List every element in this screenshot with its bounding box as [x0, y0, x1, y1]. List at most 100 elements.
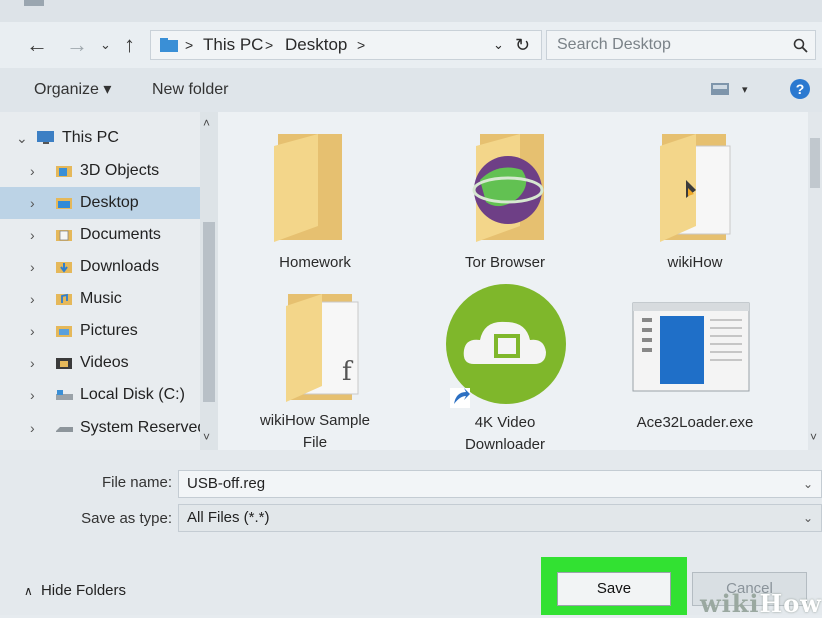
search-icon[interactable]: [793, 38, 809, 54]
pc-icon: [37, 131, 54, 144]
file-name: wikiHow: [667, 254, 723, 271]
chevron-up-icon: ∧: [24, 584, 33, 598]
chevron-right-icon[interactable]: ›: [30, 412, 35, 444]
file-item-wikihow[interactable]: wikiHow: [630, 126, 760, 276]
chevron-down-icon[interactable]: ⌄: [16, 122, 28, 154]
pictures-icon: [56, 326, 72, 337]
tree-item-label: Pictures: [80, 322, 138, 339]
drive-icon: [56, 427, 73, 432]
file-name-value: USB-off.reg: [187, 475, 266, 492]
file-name: Homework: [279, 254, 351, 271]
scrollbar-thumb[interactable]: [810, 138, 820, 188]
tree-item-desktop[interactable]: › Desktop: [0, 187, 200, 219]
folder-icon: f: [286, 294, 359, 402]
tree-item-label: Music: [80, 290, 122, 307]
tree-item-documents[interactable]: › Documents: [0, 219, 200, 251]
tree-item-pictures[interactable]: › Pictures: [0, 315, 200, 347]
breadcrumb-separator: >: [265, 37, 274, 53]
scrollbar-thumb[interactable]: [203, 222, 215, 402]
navigation-pane: ⌄ This PC › 3D Objects › Desktop › Docum…: [0, 112, 218, 450]
help-icon[interactable]: ?: [790, 79, 810, 99]
folder-icon: [274, 134, 342, 242]
music-icon: [56, 293, 72, 305]
folder-icon: [472, 134, 544, 242]
breadcrumb-separator: >: [185, 37, 194, 53]
tree-item-videos[interactable]: › Videos: [0, 347, 200, 379]
search-input[interactable]: Search Desktop: [557, 31, 671, 59]
new-folder-button[interactable]: New folder: [152, 68, 228, 112]
breadcrumb-desktop[interactable]: Desktop: [285, 31, 347, 59]
save-as-type-select[interactable]: All Files (*.*) ⌄: [178, 504, 822, 532]
desktop-icon: [56, 198, 72, 209]
file-name-line1: wikiHow Sample: [259, 412, 371, 429]
file-item-ace32loader[interactable]: Ace32Loader.exe: [620, 292, 770, 442]
breadcrumb-separator: >: [357, 37, 366, 53]
tree-item-label: Local Disk (C:): [80, 386, 185, 403]
tree-item-this-pc[interactable]: ⌄ This PC: [0, 122, 200, 154]
chevron-up-icon[interactable]: ˄: [203, 116, 210, 130]
tree-item-downloads[interactable]: › Downloads: [0, 251, 200, 283]
file-name-line1: 4K Video: [474, 414, 536, 431]
file-item-homework[interactable]: Homework: [250, 126, 380, 276]
tree-item-label: Videos: [80, 354, 129, 371]
toolbar: Organize ▾ New folder ▾ ?: [0, 68, 822, 113]
tree-item-3d-objects[interactable]: › 3D Objects: [0, 155, 200, 187]
3d-objects-icon: [56, 166, 72, 177]
tree-item-label: Documents: [80, 226, 161, 243]
chevron-right-icon[interactable]: ›: [30, 251, 35, 283]
chevron-right-icon[interactable]: ›: [30, 315, 35, 347]
tree-item-label: Desktop: [80, 194, 139, 211]
chevron-down-icon[interactable]: ⌄: [493, 31, 504, 59]
arrow-right-icon[interactable]: →: [66, 22, 88, 68]
file-item-4k-video-downloader[interactable]: 4K Video Downloader: [438, 284, 572, 453]
chevron-down-icon[interactable]: ˅: [203, 430, 210, 444]
file-item-wikihow-sample-file[interactable]: f wikiHow Sample File: [250, 288, 380, 451]
file-item-tor-browser[interactable]: Tor Browser: [440, 126, 570, 276]
documents-icon: [56, 230, 72, 241]
save-as-type-label: Save as type:: [81, 510, 172, 527]
chevron-right-icon[interactable]: ›: [30, 283, 35, 315]
chevron-down-icon[interactable]: ⌄: [803, 471, 813, 497]
chevron-down-icon[interactable]: ▾: [742, 68, 748, 112]
save-button[interactable]: Save: [557, 572, 671, 606]
tree-item-label: Downloads: [80, 258, 160, 275]
title-bar-strip: [0, 0, 822, 22]
address-bar[interactable]: > This PC > Desktop > ⌄ ↻: [150, 30, 542, 60]
chevron-down-icon[interactable]: ⌄: [100, 22, 111, 68]
breadcrumb-this-pc[interactable]: This PC: [203, 31, 263, 59]
chevron-right-icon[interactable]: ›: [30, 219, 35, 251]
videos-icon: [56, 358, 72, 369]
tree-item-local-disk[interactable]: › Local Disk (C:): [0, 379, 200, 411]
view-options-icon[interactable]: [710, 82, 730, 96]
downloads-icon: [56, 262, 72, 273]
navigation-scrollbar[interactable]: ˄ ˅: [200, 112, 218, 450]
local-disk-icon: [56, 390, 73, 400]
title-bar-fragment: [24, 0, 44, 6]
watermark-part1: wiki: [700, 589, 760, 618]
chevron-right-icon[interactable]: ›: [30, 187, 35, 219]
desktop-folder-icon: [160, 38, 178, 52]
chevron-right-icon[interactable]: ›: [30, 379, 35, 411]
file-name-field[interactable]: USB-off.reg ⌄: [178, 470, 822, 498]
file-list-pane: Homework Tor Browser wikiHow f wikiHow S…: [218, 112, 808, 453]
file-list-scrollbar[interactable]: ˅: [808, 112, 822, 450]
watermark-part2: How: [759, 589, 822, 618]
tree-item-system-reserved[interactable]: › System Reserved: [0, 412, 206, 444]
arrow-up-icon[interactable]: ↑: [124, 22, 135, 68]
hide-folders-button[interactable]: ∧ Hide Folders: [24, 582, 126, 599]
address-row: ← → ⌄ ↑ > This PC > Desktop > ⌄ ↻ Search…: [0, 22, 822, 68]
arrow-left-icon[interactable]: ←: [26, 22, 48, 68]
search-box[interactable]: Search Desktop: [546, 30, 816, 60]
tree-item-label: This PC: [62, 129, 119, 146]
chevron-down-icon[interactable]: ˅: [810, 430, 817, 444]
save-as-type-value: All Files (*.*): [187, 509, 270, 526]
chevron-right-icon[interactable]: ›: [30, 155, 35, 187]
refresh-icon[interactable]: ↻: [515, 31, 530, 59]
chevron-down-icon[interactable]: ⌄: [803, 505, 813, 531]
organize-button[interactable]: Organize ▾: [34, 68, 111, 112]
wikihow-watermark: wikiHow: [700, 589, 822, 618]
file-name-label: File name:: [101, 474, 172, 491]
tree-item-music[interactable]: › Music: [0, 283, 200, 315]
tree-item-label: 3D Objects: [80, 162, 160, 179]
chevron-right-icon[interactable]: ›: [30, 347, 35, 379]
